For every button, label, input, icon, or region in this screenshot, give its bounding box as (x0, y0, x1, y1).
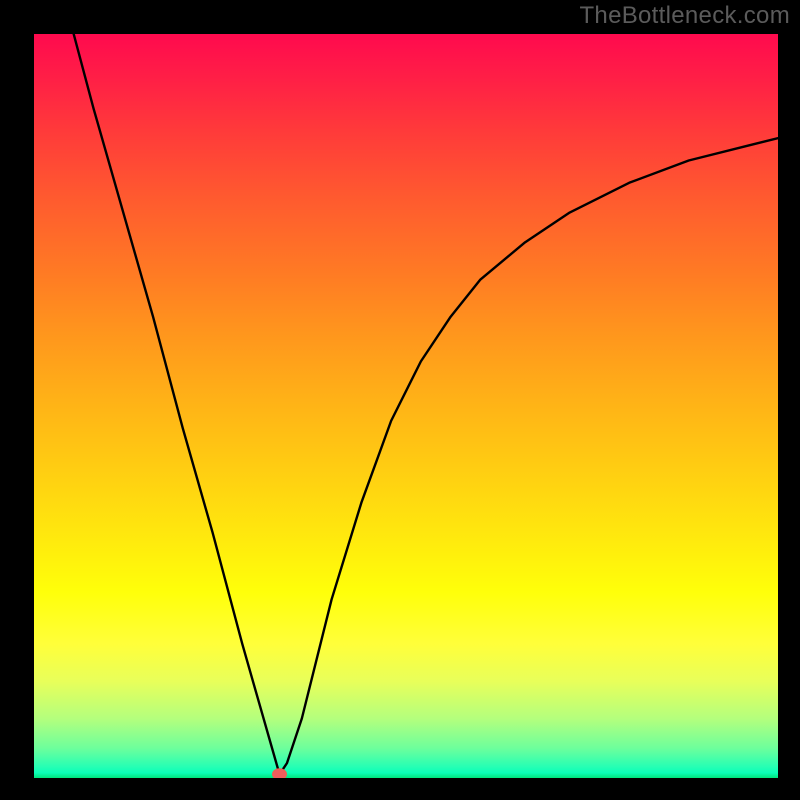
bottleneck-curve (34, 34, 778, 774)
chart-frame: TheBottleneck.com (0, 0, 800, 800)
optimum-marker (273, 769, 287, 778)
watermark-text: TheBottleneck.com (579, 2, 790, 30)
chart-svg (34, 34, 778, 778)
plot-area (34, 34, 778, 778)
